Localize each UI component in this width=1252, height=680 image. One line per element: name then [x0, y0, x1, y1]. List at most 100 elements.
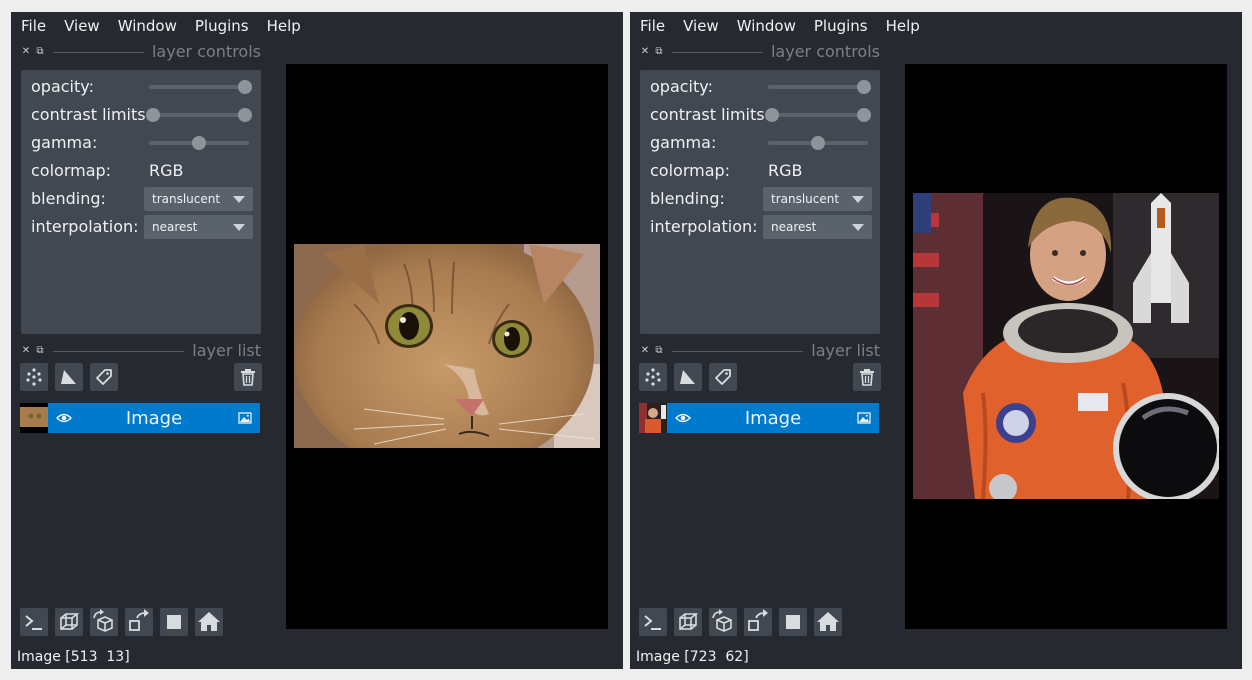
- menu-bar: File View Window Plugins Help: [630, 12, 1242, 40]
- transpose-dims-button[interactable]: [125, 608, 153, 636]
- interpolation-dropdown[interactable]: nearest: [144, 215, 253, 239]
- roll-dims-icon: [712, 609, 732, 632]
- blending-label: blending:: [650, 189, 725, 208]
- interpolation-value: nearest: [152, 220, 198, 234]
- grid-square-icon: [786, 615, 800, 629]
- new-shapes-button[interactable]: [55, 363, 83, 391]
- slider-handle-min[interactable]: [146, 108, 160, 122]
- colormap-label: colormap:: [650, 161, 731, 180]
- close-icon[interactable]: ✕: [638, 44, 652, 60]
- roll-dims-button[interactable]: [709, 608, 737, 636]
- slider-handle-max[interactable]: [238, 108, 252, 122]
- layer-selected-bar[interactable]: Image: [48, 403, 260, 433]
- dock-title-text: layer controls: [151, 42, 261, 61]
- trash-icon: [241, 369, 255, 386]
- contrast-limits-label: contrast limits:: [31, 105, 149, 124]
- opacity-row: opacity:: [640, 73, 880, 101]
- gamma-slider[interactable]: [764, 129, 872, 157]
- slider-track: [768, 85, 868, 89]
- float-icon[interactable]: ⧉: [33, 343, 47, 359]
- home-button[interactable]: [195, 608, 223, 636]
- slider-handle[interactable]: [192, 136, 206, 150]
- layer-list-dock-title: ✕ ⧉ layer list: [638, 343, 880, 359]
- menu-view[interactable]: View: [683, 12, 719, 40]
- grid-mode-button[interactable]: [779, 608, 807, 636]
- chevron-down-icon: [852, 224, 864, 231]
- console-button[interactable]: [20, 608, 48, 636]
- contrast-limits-range-slider[interactable]: [145, 101, 253, 129]
- layer-name[interactable]: Image: [667, 403, 879, 435]
- slider-handle[interactable]: [811, 136, 825, 150]
- new-labels-button[interactable]: [90, 363, 118, 391]
- slider-track: [149, 113, 249, 117]
- home-button[interactable]: [814, 608, 842, 636]
- layer-name[interactable]: Image: [48, 403, 260, 435]
- float-icon[interactable]: ⧉: [33, 44, 47, 60]
- contrast-limits-row: contrast limits:: [640, 101, 880, 129]
- layer-controls-dock-title: ✕ ⧉ layer controls: [19, 44, 261, 60]
- new-points-button[interactable]: [20, 363, 48, 391]
- trash-icon: [860, 369, 874, 386]
- new-points-button[interactable]: [639, 363, 667, 391]
- layer-item[interactable]: Image: [639, 403, 879, 433]
- dock-title-divider: [672, 51, 763, 53]
- slider-handle-max[interactable]: [857, 108, 871, 122]
- delete-layer-button[interactable]: [853, 363, 881, 391]
- slider-handle[interactable]: [857, 80, 871, 94]
- opacity-label: opacity:: [31, 77, 94, 96]
- layer-item[interactable]: Image: [20, 403, 260, 433]
- close-icon[interactable]: ✕: [19, 44, 33, 60]
- grid-mode-button[interactable]: [160, 608, 188, 636]
- image-canvas[interactable]: [905, 64, 1227, 629]
- transpose-dims-button[interactable]: [744, 608, 772, 636]
- dock-title-divider: [672, 350, 804, 352]
- colormap-label: colormap:: [31, 161, 112, 180]
- console-icon: [644, 615, 661, 630]
- menu-plugins[interactable]: Plugins: [195, 12, 249, 40]
- blending-dropdown[interactable]: translucent: [144, 187, 253, 211]
- opacity-slider[interactable]: [145, 73, 253, 101]
- blending-dropdown[interactable]: translucent: [763, 187, 872, 211]
- home-icon: [198, 612, 220, 631]
- gamma-slider[interactable]: [145, 129, 253, 157]
- menu-view[interactable]: View: [64, 12, 100, 40]
- menu-file[interactable]: File: [21, 12, 46, 40]
- dock-title-text: layer list: [811, 341, 880, 360]
- menu-window[interactable]: Window: [118, 12, 177, 40]
- ndisplay-button[interactable]: [674, 608, 702, 636]
- layer-controls-dock-title: ✕ ⧉ layer controls: [638, 44, 880, 60]
- roll-dims-button[interactable]: [90, 608, 118, 636]
- new-shapes-button[interactable]: [674, 363, 702, 391]
- slider-handle-min[interactable]: [765, 108, 779, 122]
- float-icon[interactable]: ⧉: [652, 343, 666, 359]
- cat-thumbnail-image: [20, 403, 48, 433]
- menu-help[interactable]: Help: [267, 12, 301, 40]
- gamma-label: gamma:: [650, 133, 717, 152]
- napari-window-left: File View Window Plugins Help ✕ ⧉ layer …: [11, 12, 623, 669]
- delete-layer-button[interactable]: [234, 363, 262, 391]
- new-shapes-icon: [61, 370, 76, 384]
- console-button[interactable]: [639, 608, 667, 636]
- chevron-down-icon: [852, 196, 864, 203]
- new-labels-button[interactable]: [709, 363, 737, 391]
- menu-file[interactable]: File: [640, 12, 665, 40]
- image-canvas[interactable]: [286, 64, 608, 629]
- contrast-limits-range-slider[interactable]: [764, 101, 872, 129]
- menu-help[interactable]: Help: [886, 12, 920, 40]
- transpose-dims-icon: [748, 609, 768, 631]
- close-icon[interactable]: ✕: [19, 343, 33, 359]
- layer-thumbnail: [20, 403, 48, 433]
- layer-selected-bar[interactable]: Image: [667, 403, 879, 433]
- menu-plugins[interactable]: Plugins: [814, 12, 868, 40]
- ndisplay-button[interactable]: [55, 608, 83, 636]
- menu-window[interactable]: Window: [737, 12, 796, 40]
- slider-handle[interactable]: [238, 80, 252, 94]
- opacity-slider[interactable]: [764, 73, 872, 101]
- ndisplay-cube-icon: [679, 613, 699, 630]
- interpolation-label: interpolation:: [650, 217, 758, 236]
- float-icon[interactable]: ⧉: [652, 44, 666, 60]
- dock-title-divider: [53, 51, 144, 53]
- interpolation-dropdown[interactable]: nearest: [763, 215, 872, 239]
- status-bar: Image [723 62]: [636, 649, 749, 665]
- close-icon[interactable]: ✕: [638, 343, 652, 359]
